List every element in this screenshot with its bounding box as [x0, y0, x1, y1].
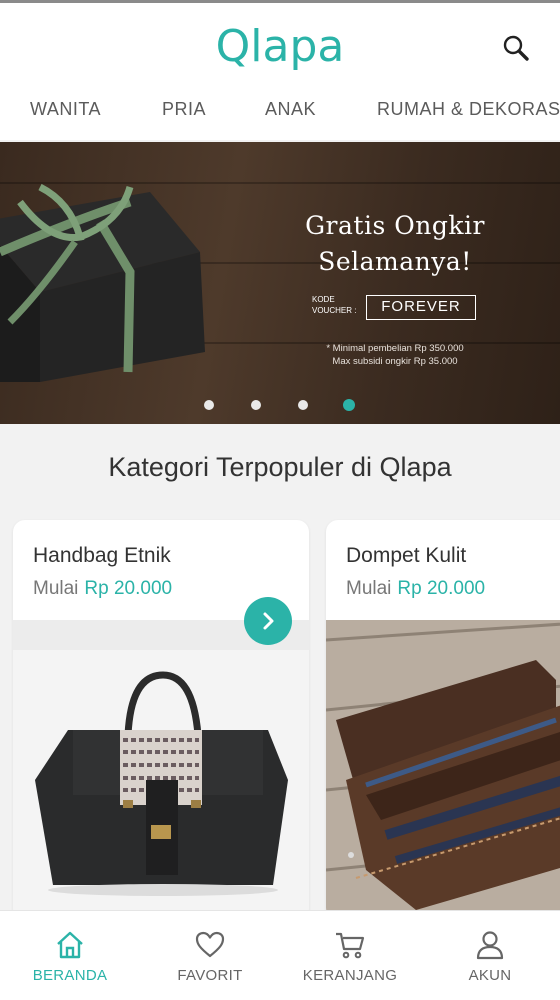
search-button[interactable] — [500, 33, 534, 67]
promo-banner[interactable]: Gratis Ongkir Selamanya! KODE VOUCHER : … — [0, 142, 560, 424]
tab-favorit[interactable]: FAVORIT — [140, 911, 280, 1000]
category-card-handbag[interactable]: Handbag Etnik Mulai Rp 20.000 — [13, 520, 309, 920]
handbag-photo — [13, 620, 309, 920]
nav-item-pria[interactable]: PRIA — [162, 99, 206, 120]
banner-note-line1: * Minimal pembelian Rp 350.000 — [326, 343, 464, 354]
tab-akun[interactable]: AKUN — [420, 911, 560, 1000]
app-header: Qlapa WANITA PRIA ANAK RUMAH & DEKORASI — [0, 0, 560, 140]
carousel-dots — [0, 399, 560, 414]
nav-item-anak[interactable]: ANAK — [265, 99, 316, 120]
tab-label: KERANJANG — [302, 967, 398, 984]
price-prefix: Mulai — [346, 578, 392, 599]
tab-keranjang[interactable]: KERANJANG — [280, 911, 420, 1000]
voucher-code-box[interactable]: FOREVER — [366, 295, 476, 320]
voucher-label-line1: KODE — [312, 295, 335, 304]
nav-item-rumah-dekorasi[interactable]: RUMAH & DEKORASI — [377, 99, 560, 120]
section-title: Kategori Terpopuler di Qlapa — [108, 452, 452, 482]
banner-note: * Minimal pembelian Rp 350.000 Max subsi… — [300, 342, 490, 368]
tab-beranda[interactable]: BERANDA — [0, 911, 140, 1000]
category-price: Mulai Rp 20.000 — [346, 578, 485, 600]
category-price: Mulai Rp 20.000 — [33, 578, 172, 600]
next-category-button[interactable] — [244, 597, 292, 645]
user-icon — [476, 931, 504, 960]
gift-box-image — [0, 183, 205, 382]
leather-wallet-photo — [326, 620, 560, 920]
banner-title-line2: Selamanya! — [318, 247, 472, 276]
heart-icon — [195, 931, 225, 958]
price-amount: Rp 20.000 — [397, 578, 486, 599]
banner-title: Gratis Ongkir Selamanya! — [280, 208, 510, 280]
carousel-dot[interactable] — [204, 400, 214, 410]
carousel-dot[interactable] — [251, 400, 261, 410]
banner-title-line1: Gratis Ongkir — [305, 211, 485, 240]
carousel-dot[interactable] — [298, 400, 308, 410]
cart-icon — [336, 932, 365, 959]
voucher-label-line2: VOUCHER : — [312, 306, 357, 315]
qlapa-logo[interactable]: Qlapa — [0, 21, 560, 72]
banner-note-line2: Max subsidi ongkir Rp 35.000 — [332, 356, 458, 367]
category-name: Dompet Kulit — [346, 544, 467, 567]
category-name: Handbag Etnik — [33, 544, 171, 567]
voucher-label: KODE VOUCHER : — [312, 294, 356, 316]
home-icon — [57, 931, 83, 959]
nav-item-wanita[interactable]: WANITA — [30, 99, 101, 120]
carousel-dot-active[interactable] — [343, 399, 355, 411]
bottom-navigation: BERANDA FAVORIT KERANJANG AKUN — [0, 910, 560, 1000]
search-icon — [503, 35, 529, 61]
chevron-right-icon — [263, 612, 274, 630]
tab-label: BERANDA — [32, 967, 108, 984]
tab-label: FAVORIT — [177, 967, 243, 984]
price-prefix: Mulai — [33, 578, 79, 599]
category-card-wallet[interactable]: Dompet Kulit Mulai Rp 20.000 — [326, 520, 560, 920]
tab-label: AKUN — [468, 967, 512, 984]
price-amount: Rp 20.000 — [84, 578, 173, 599]
category-nav: WANITA PRIA ANAK RUMAH & DEKORASI — [0, 99, 560, 131]
app-screen: Qlapa WANITA PRIA ANAK RUMAH & DEKORASI — [0, 0, 560, 1000]
